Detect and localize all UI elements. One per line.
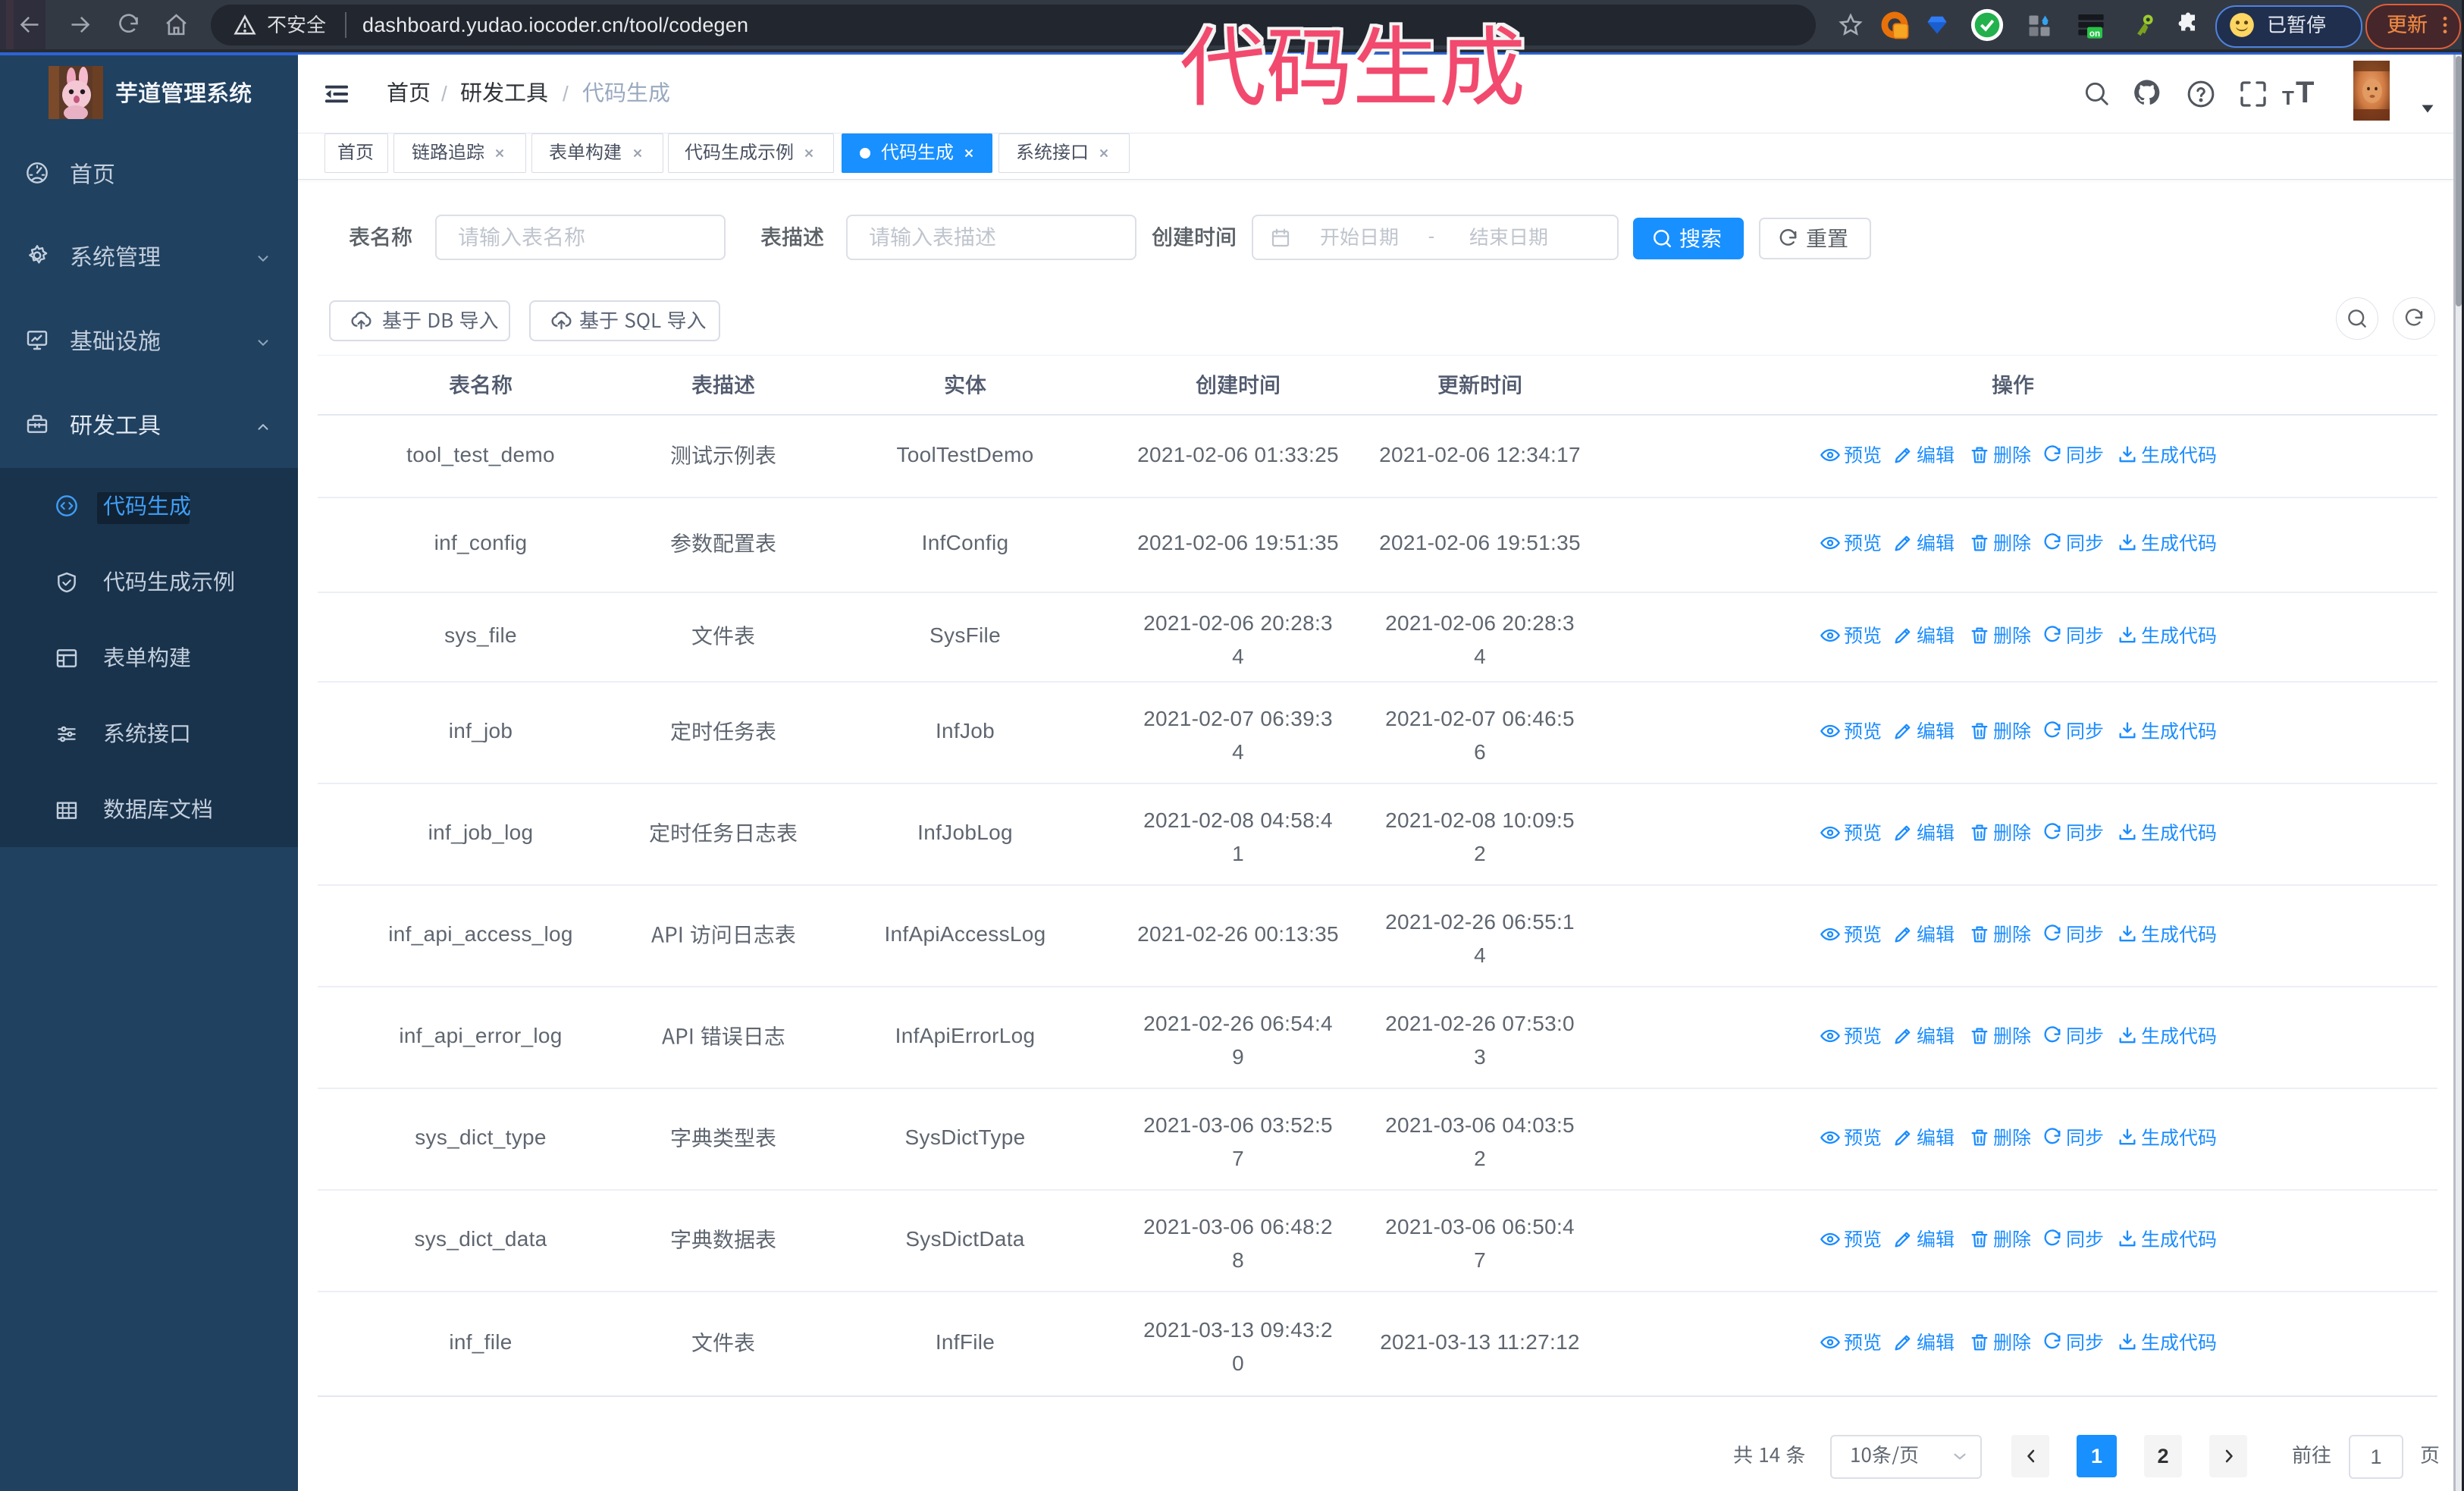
- svg-text:on: on: [2089, 29, 2100, 39]
